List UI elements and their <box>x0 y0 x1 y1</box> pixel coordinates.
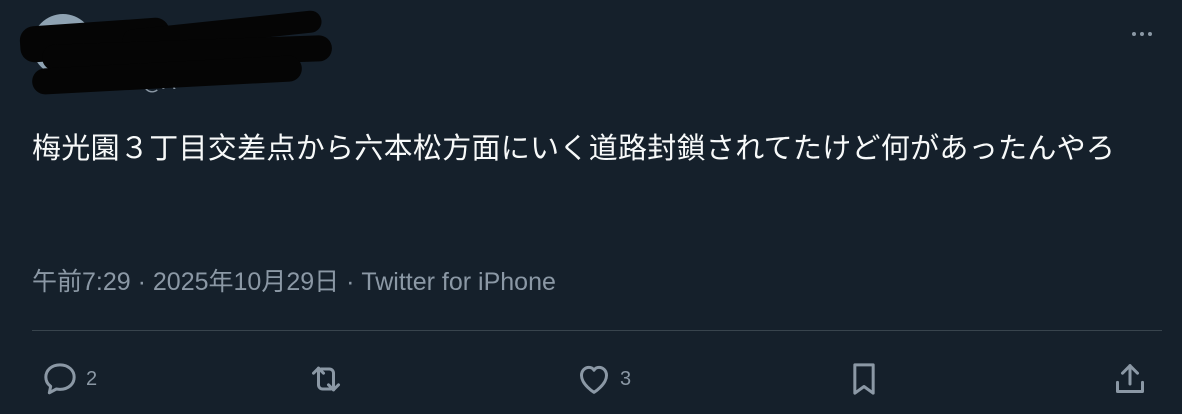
tweet-date[interactable]: 2025年10月29日 <box>153 268 339 296</box>
tweet-actions: 2 3 <box>32 354 1162 404</box>
more-options-button[interactable] <box>1122 22 1162 46</box>
like-count: 3 <box>620 367 632 390</box>
tweet-meta: 午前7:29 · 2025年10月29日 · Twitter for iPhon… <box>32 262 556 298</box>
divider <box>32 330 1162 331</box>
bookmark-icon <box>853 363 875 395</box>
bookmark-button[interactable] <box>844 354 884 404</box>
retweet-arrows-icon <box>312 366 340 392</box>
like-button[interactable]: 3 <box>574 354 631 404</box>
more-horizontal-icon <box>1132 32 1136 36</box>
heart-outline-icon <box>580 365 608 394</box>
tweet-header: A @A <box>18 9 1162 96</box>
meta-separator: · <box>130 268 153 296</box>
reply-count: 2 <box>86 367 98 390</box>
tweet-time[interactable]: 午前7:29 <box>32 268 131 296</box>
more-horizontal-icon <box>1140 32 1144 36</box>
meta-separator: · <box>339 268 362 296</box>
speech-bubble-icon <box>44 363 76 395</box>
retweet-button[interactable] <box>306 354 352 404</box>
more-horizontal-icon <box>1148 32 1152 36</box>
tweet-source[interactable]: Twitter for iPhone <box>361 268 556 296</box>
tweet-detail: A @A 梅光園３丁目交差点から六本松方面にいく道路封鎖されてたけど何があったん… <box>0 0 1182 414</box>
upload-share-icon <box>1116 364 1144 393</box>
share-button[interactable] <box>1110 354 1150 404</box>
reply-button[interactable]: 2 <box>40 354 97 404</box>
tweet-text: 梅光園３丁目交差点から六本松方面にいく道路封鎖されてたけど何があったんやろ <box>32 131 1116 165</box>
